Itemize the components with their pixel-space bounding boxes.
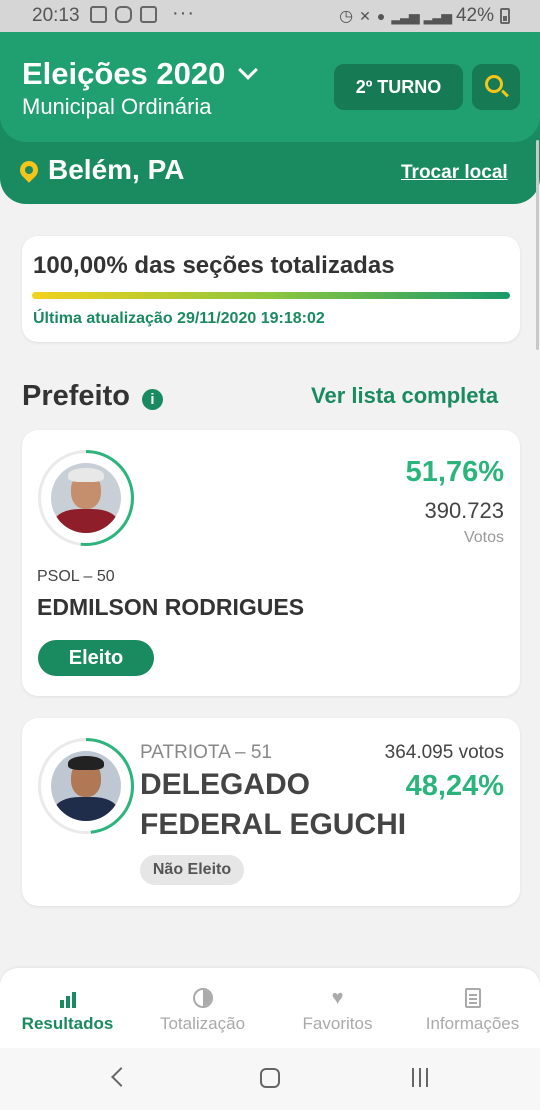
signal-icon: ▂▃▅ — [391, 7, 419, 24]
candidate-avatar — [38, 738, 134, 834]
election-subtitle: Municipal Ordinária — [22, 94, 212, 119]
progress-fill — [32, 292, 510, 299]
status-time: 20:13 — [32, 5, 80, 26]
candidate-card-edmilson[interactable]: 51,76% 390.723 Votos PSOL – 50 EDMILSON … — [22, 430, 520, 696]
alarm-icon: ◷ — [339, 8, 354, 25]
scrollbar[interactable] — [536, 140, 539, 350]
tab-totalizacao[interactable]: Totalização — [135, 968, 270, 1048]
candidate-percent: 51,76% — [405, 456, 504, 488]
search-button[interactable] — [472, 64, 520, 110]
tab-favoritos[interactable]: ♥ Favoritos — [270, 968, 405, 1048]
more-notifications-icon: ··· — [172, 2, 195, 24]
candidate-photo — [51, 751, 121, 821]
battery-icon — [500, 8, 510, 24]
wifi-icon: ● — [376, 8, 386, 24]
system-navigation-bar — [0, 1048, 540, 1110]
document-icon — [464, 988, 481, 1008]
candidate-avatar — [38, 450, 134, 546]
not-elected-badge: Não Eleito — [140, 855, 244, 885]
tab-resultados[interactable]: Resultados — [0, 968, 135, 1048]
candidate-percent: 48,24% — [405, 770, 504, 802]
system-status-icons: ◷ ✕ ● ▂▃▅ ▂▃▅ 42% — [339, 5, 510, 27]
totalization-card: 100,00% das seções totalizadas Última at… — [22, 236, 520, 342]
elected-badge: Eleito — [38, 640, 154, 676]
section-title-text: Prefeito — [22, 380, 130, 412]
full-list-link[interactable]: Ver lista completa — [311, 383, 498, 409]
instagram-notification-icon — [115, 6, 132, 23]
tab-label: Informações — [425, 1014, 520, 1033]
totalization-title: 100,00% das seções totalizadas — [33, 252, 395, 279]
tab-label: Totalização — [159, 1014, 246, 1033]
candidate-party: PSOL – 50 — [37, 568, 115, 585]
candidate-votes: 390.723 — [424, 498, 504, 523]
tab-label: Favoritos — [302, 1014, 373, 1033]
location-pin-icon — [16, 157, 42, 183]
app-notification-icon — [140, 6, 157, 23]
tab-label: Resultados — [21, 1014, 114, 1033]
page-title: Eleições 2020 — [22, 56, 226, 91]
battery-percent: 42% — [455, 5, 494, 26]
pie-chart-icon — [192, 988, 213, 1008]
section-title: Prefeito i — [22, 380, 163, 413]
chevron-down-icon — [238, 60, 259, 80]
signal-icon-2: ▂▃▅ — [423, 7, 452, 24]
votes-label: Votos — [463, 529, 504, 546]
app-header: Eleições 2020 Municipal Ordinária 2º TUR… — [0, 32, 540, 204]
bar-chart-icon — [58, 988, 78, 1008]
candidate-photo — [51, 463, 121, 533]
candidate-name: EDMILSON RODRIGUES — [37, 594, 305, 620]
change-location-link[interactable]: Trocar local — [401, 162, 508, 184]
home-icon[interactable] — [260, 1068, 280, 1088]
search-icon — [485, 75, 503, 93]
info-icon[interactable]: i — [141, 389, 163, 410]
candidate-name-line2: FEDERAL EGUCHI — [140, 808, 407, 841]
candidate-party: PATRIOTA – 51 — [140, 742, 272, 763]
tab-informacoes[interactable]: Informações — [405, 968, 540, 1048]
header-top: Eleições 2020 Municipal Ordinária 2º TUR… — [0, 32, 540, 142]
election-selector[interactable]: Eleições 2020 — [22, 56, 259, 92]
recent-apps-icon[interactable] — [412, 1068, 428, 1087]
gallery-notification-icon — [90, 6, 107, 23]
turno-button[interactable]: 2º TURNO — [334, 64, 463, 110]
status-bar: 20:13 ··· ◷ ✕ ● ▂▃▅ ▂▃▅ 42% — [0, 0, 540, 32]
candidate-votes: 364.095 votos — [384, 742, 504, 763]
heart-icon: ♥ — [331, 987, 344, 1009]
bottom-navigation: Resultados Totalização ♥ Favoritos Infor… — [0, 968, 540, 1048]
back-icon[interactable] — [111, 1067, 131, 1087]
location-display: Belém, PA — [16, 154, 185, 186]
location-name: Belém, PA — [48, 154, 185, 185]
last-update-text: Última atualização 29/11/2020 19:18:02 — [33, 310, 325, 327]
totalization-progress-bar — [32, 292, 510, 299]
candidate-card-eguchi[interactable]: PATRIOTA – 51 364.095 votos DELEGADO FED… — [22, 718, 520, 906]
notification-icons — [90, 6, 157, 23]
candidate-name-line1: DELEGADO — [140, 768, 311, 801]
mute-icon: ✕ — [359, 7, 371, 24]
